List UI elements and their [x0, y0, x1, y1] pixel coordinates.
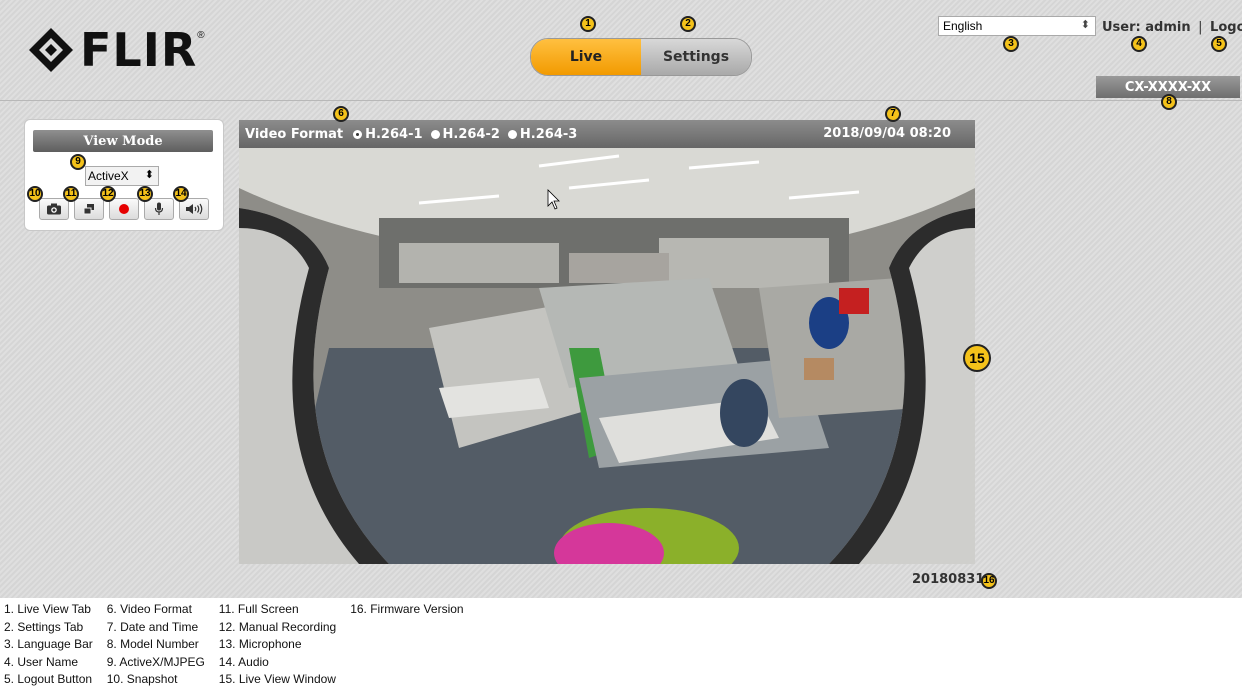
callout-13: 13 — [137, 186, 153, 202]
legend-column: 16. Firmware Version — [350, 601, 463, 689]
legend-item: 7. Date and Time — [106, 619, 199, 634]
record-icon — [119, 204, 129, 214]
date-time: 2018/09/04 08:20 — [823, 126, 951, 141]
legend-item: 3. Language Bar — [4, 637, 93, 651]
radio-icon — [507, 129, 517, 139]
header-divider — [0, 100, 1242, 101]
logo-registered-mark: ® — [197, 30, 205, 41]
callout-7: 7 — [885, 106, 901, 122]
view-mode-panel: View Mode ActiveX ⬍ — [24, 119, 224, 231]
format-radio-h264-3[interactable]: H.264-3 — [507, 126, 578, 142]
callout-10: 10 — [27, 186, 43, 202]
format-label: H.264-2 — [442, 126, 500, 142]
legend-column: 1. Live View Tab 2. Settings Tab 3. Lang… — [4, 601, 93, 689]
callout-6: 6 — [333, 106, 349, 122]
activex-mjpeg-select[interactable]: ActiveX ⬍ — [85, 166, 159, 186]
legend-item: 9. ActiveX/MJPEG — [106, 654, 205, 669]
camera-feed-image — [239, 148, 975, 564]
legend-item: 12. Manual Recording — [218, 619, 337, 634]
legend-item: 4. User Name — [4, 654, 79, 669]
callout-9: 9 — [70, 154, 86, 170]
main-tabs: Live Settings — [530, 38, 752, 76]
callout-16: 16 — [981, 573, 997, 589]
callout-12: 12 — [100, 186, 116, 202]
language-value: English — [943, 19, 983, 33]
full-screen-button[interactable] — [74, 198, 104, 220]
callout-4: 4 — [1131, 36, 1147, 52]
select-arrows-icon: ⬍ — [144, 169, 154, 181]
callout-8: 8 — [1161, 94, 1177, 110]
legend-item: 5. Logout Button — [4, 672, 93, 686]
callout-1: 1 — [580, 16, 596, 32]
callout-14: 14 — [173, 186, 189, 202]
microphone-button[interactable] — [144, 198, 174, 220]
fisheye-office-image — [239, 148, 975, 564]
tab-live[interactable]: Live — [531, 39, 641, 75]
legend-item: 10. Snapshot — [106, 672, 178, 686]
language-select[interactable]: English ⬍ — [938, 16, 1096, 36]
video-format-label: Video Format — [245, 126, 344, 142]
microphone-icon — [154, 202, 164, 215]
legend-item: 13. Microphone — [218, 637, 302, 651]
user-separator: | — [1198, 20, 1203, 35]
callout-15: 15 — [963, 344, 991, 372]
callout-5: 5 — [1211, 36, 1227, 52]
format-label: H.264-3 — [519, 126, 578, 142]
legend-item: 6. Video Format — [106, 602, 192, 616]
radio-selected-icon — [353, 129, 363, 139]
legend-column: 11. Full Screen 12. Manual Recording 13.… — [219, 601, 336, 689]
manual-recording-button[interactable] — [109, 198, 139, 220]
legend-item: 1. Live View Tab — [4, 602, 91, 616]
snapshot-button[interactable] — [39, 198, 69, 220]
camera-icon — [47, 203, 61, 215]
full-screen-icon — [83, 204, 94, 215]
user-name: User: admin — [1102, 20, 1191, 35]
mode-value: ActiveX — [88, 169, 129, 183]
format-radio-h264-1[interactable]: H.264-1 — [353, 126, 423, 142]
format-label: H.264-1 — [365, 126, 423, 142]
tab-settings[interactable]: Settings — [641, 39, 751, 75]
logo-text: FLIR — [80, 23, 198, 77]
format-radio-h264-2[interactable]: H.264-2 — [430, 126, 500, 142]
flir-diamond-icon — [29, 28, 73, 72]
view-mode-button[interactable]: View Mode — [33, 130, 213, 152]
live-view-window[interactable]: Video Format H.264-1 H.264-2 H.264-3 201… — [239, 120, 975, 564]
firmware-version: 20180831 — [912, 572, 985, 587]
flir-logo: FLIR ® — [28, 23, 205, 77]
callout-legend: 1. Live View Tab 2. Settings Tab 3. Lang… — [4, 601, 478, 689]
user-area: User: admin | Logout — [1102, 20, 1242, 35]
video-header: Video Format H.264-1 H.264-2 H.264-3 201… — [239, 120, 975, 148]
select-arrows-icon: ⬍ — [1080, 19, 1090, 31]
speaker-icon — [186, 203, 203, 215]
web-interface: FLIR ® Live Settings English ⬍ User: adm… — [0, 0, 1242, 598]
legend-item: 15. Live View Window — [218, 672, 336, 686]
logout-link[interactable]: Logout — [1210, 20, 1242, 35]
legend-column: 6. Video Format 7. Date and Time 8. Mode… — [107, 601, 205, 689]
legend-item: 16. Firmware Version — [350, 602, 464, 616]
legend-item: 11. Full Screen — [218, 602, 299, 616]
radio-icon — [430, 129, 440, 139]
callout-2: 2 — [680, 16, 696, 32]
callout-3: 3 — [1003, 36, 1019, 52]
legend-item: 2. Settings Tab — [4, 619, 84, 634]
legend-item: 8. Model Number — [106, 637, 199, 651]
legend-item: 14. Audio — [218, 654, 269, 669]
callout-11: 11 — [63, 186, 79, 202]
